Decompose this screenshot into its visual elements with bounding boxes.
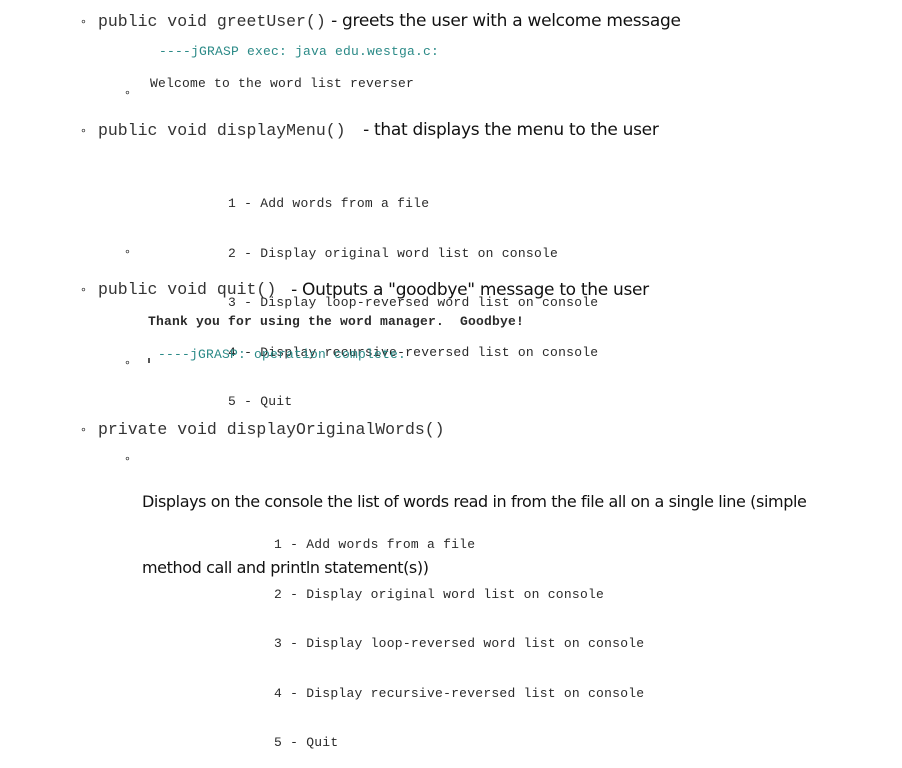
- sub-bullet-icon: ∘: [124, 86, 131, 99]
- sub-bullet-icon: ∘: [124, 245, 131, 258]
- menu-line: 5 - Quit: [228, 394, 293, 409]
- method-signature-displayoriginalwords: private void displayOriginalWords(): [98, 420, 445, 439]
- sub-bullet-icon: ∘: [124, 356, 131, 369]
- jgrasp-exec-line: ----jGRASP exec: java edu.westga.c:: [159, 44, 440, 59]
- menu-line: 5 - Quit: [274, 735, 339, 750]
- method-description-displaymenu: - that displays the menu to the user: [358, 120, 659, 140]
- cursor-mark: [148, 358, 150, 363]
- method-description-quit: - Outputs a "goodbye" message to the use…: [286, 280, 649, 300]
- menu-line: 1 - Add words from a file: [228, 196, 430, 211]
- welcome-output: Welcome to the word list reverser: [150, 76, 415, 91]
- menu-line: 3 - Display loop-reversed word list on c…: [274, 636, 645, 651]
- bullet-icon: ∘: [80, 15, 87, 28]
- method-signature-quit: public void quit(): [98, 280, 277, 299]
- menu-line: 1 - Add words from a file: [274, 537, 476, 552]
- method-description-greetuser: - greets the user with a welcome message: [326, 11, 681, 31]
- console-menu: 1 - Add words from a file 2 - Display or…: [274, 504, 644, 768]
- jgrasp-complete-line: ----jGRASP: operation complete.: [158, 347, 407, 362]
- method-signature-greetuser: public void greetUser(): [98, 12, 326, 31]
- bullet-icon: ∘: [80, 124, 87, 137]
- bullet-icon: ∘: [80, 283, 87, 296]
- method-signature-displaymenu: public void displayMenu(): [98, 121, 346, 140]
- goodbye-output: Thank you for using the word manager. Go…: [148, 314, 525, 329]
- menu-line: 4 - Display recursive-reversed list on c…: [274, 685, 645, 701]
- bullet-icon: ∘: [80, 423, 87, 436]
- menu-line: 2 - Display original word list on consol…: [228, 245, 559, 261]
- sub-bullet-icon: ∘: [124, 452, 131, 465]
